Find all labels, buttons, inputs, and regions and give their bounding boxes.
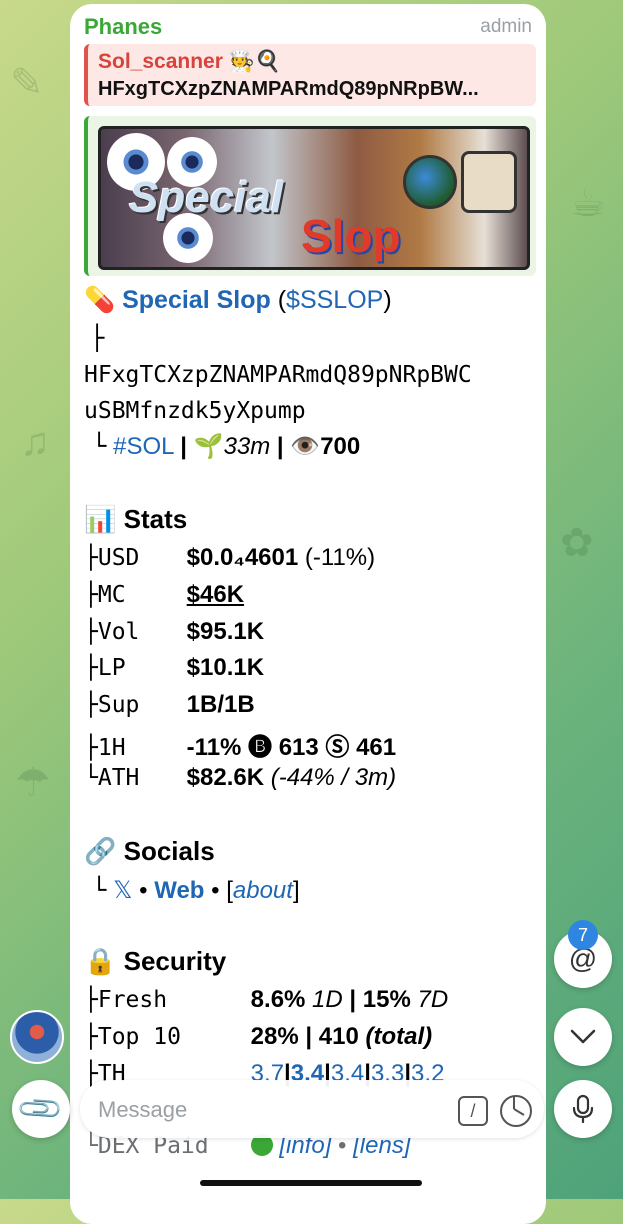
scroll-down-button[interactable] — [554, 1008, 612, 1066]
sender-name[interactable]: Phanes — [84, 14, 162, 40]
voice-record-button[interactable] — [554, 1080, 612, 1138]
lock-icon: 🔒 — [84, 946, 117, 976]
message-header: Phanes admin — [84, 14, 532, 42]
stat-row-1h: ├1H -11% 🅑 613 Ⓢ 461 — [84, 734, 397, 761]
stat-row-lp: ├LP $10.1K — [84, 654, 265, 681]
security-row-fresh: ├Fresh 8.6% 1D | 15% 7D — [84, 986, 449, 1013]
wallpaper-doodle: ✎ — [10, 61, 44, 105]
eye-icon: 👁️ — [290, 433, 321, 460]
tree-end: └ — [92, 432, 107, 460]
security-row-top10: ├Top 10 28% | 410 (total) — [84, 1023, 433, 1050]
cookie-art — [461, 151, 517, 213]
slash-icon: / — [470, 1100, 476, 1121]
mentions-badge: 7 — [568, 920, 598, 950]
attach-button[interactable]: 📎 — [12, 1080, 70, 1138]
chart-icon: 📊 — [84, 504, 117, 534]
commands-button[interactable]: / — [458, 1096, 488, 1126]
message-input[interactable]: Message — [98, 1097, 187, 1123]
socials-heading: 🔗 Socials — [84, 836, 215, 866]
socials-links: └ 𝕏 • Web • [about] — [92, 876, 300, 904]
banner-word-slop: Slop — [301, 210, 401, 262]
security-heading: 🔒 Security — [84, 946, 227, 976]
earth-art — [403, 155, 457, 209]
pill-icon: 💊 — [84, 286, 116, 314]
stat-row-sup: ├Sup 1B/1B — [84, 691, 255, 718]
reply-preview[interactable]: Sol_scanner 🧑‍🍳🍳 HFxgTCXzpZNAMPARmdQ89pN… — [84, 44, 536, 106]
contract-address-line1[interactable]: HFxgTCXzpZNAMPARmdQ89pNRpBWC — [84, 362, 472, 388]
stat-row-mc: ├MC $46K — [84, 581, 245, 608]
reply-author: Sol_scanner 🧑‍🍳🍳 — [98, 50, 282, 73]
message-composer[interactable]: Message / — [80, 1080, 544, 1138]
microphone-icon — [572, 1094, 594, 1124]
stat-row-vol: ├Vol $95.1K — [84, 618, 265, 645]
ticker-link[interactable]: $SSLOP — [286, 286, 383, 314]
link-icon: 🔗 — [84, 836, 117, 866]
about-link[interactable]: about — [233, 877, 293, 904]
wallpaper-doodle: ♫ — [20, 420, 50, 464]
banner-word-special: Special — [129, 173, 284, 222]
token-title: 💊 Special Slop ($SSLOP) — [84, 286, 392, 314]
market-cap-link[interactable]: $46K — [187, 581, 244, 608]
reply-text: HFxgTCXzpZNAMPARmdQ89pNRpBW... — [98, 78, 479, 100]
tree-branch: ├ — [90, 324, 105, 352]
x-link[interactable]: 𝕏 — [113, 877, 132, 904]
wallpaper-doodle: ☕ — [570, 181, 606, 225]
message-bubble[interactable]: Phanes admin Sol_scanner 🧑‍🍳🍳 HFxgTCXzpZ… — [70, 4, 546, 1224]
token-banner-image[interactable]: Special Slop — [98, 126, 530, 270]
token-name-link[interactable]: Special Slop — [122, 286, 271, 314]
stat-row-usd: ├USD $0.0₄4601 (-11%) — [84, 544, 376, 571]
wallpaper-doodle: ☂ — [15, 761, 51, 805]
chevron-down-icon — [570, 1029, 596, 1044]
token-age: 33m — [223, 433, 271, 460]
view-count: 700 — [320, 433, 361, 460]
token-meta: └ #SOL | 🌱33m | 👁️700 — [92, 432, 361, 460]
chain-hashtag[interactable]: #SOL — [113, 433, 173, 460]
stat-row-ath: └ATH $82.6K (-44% / 3m) — [84, 764, 397, 791]
paperclip-icon: 📎 — [16, 1084, 66, 1134]
home-indicator — [200, 1180, 422, 1186]
wallpaper-doodle: ✿ — [560, 521, 594, 565]
sticker-button[interactable] — [500, 1095, 532, 1127]
seedling-icon: 🌱 — [193, 433, 224, 460]
contract-address-line2[interactable]: uSBMfnzdk5yXpump — [84, 398, 306, 424]
sender-role: admin — [480, 16, 532, 37]
web-link[interactable]: Web — [154, 877, 204, 904]
link-preview[interactable]: Special Slop — [84, 116, 536, 276]
sticker-icon — [513, 1097, 525, 1116]
sender-avatar[interactable] — [10, 1010, 64, 1064]
stats-heading: 📊 Stats — [84, 504, 188, 534]
